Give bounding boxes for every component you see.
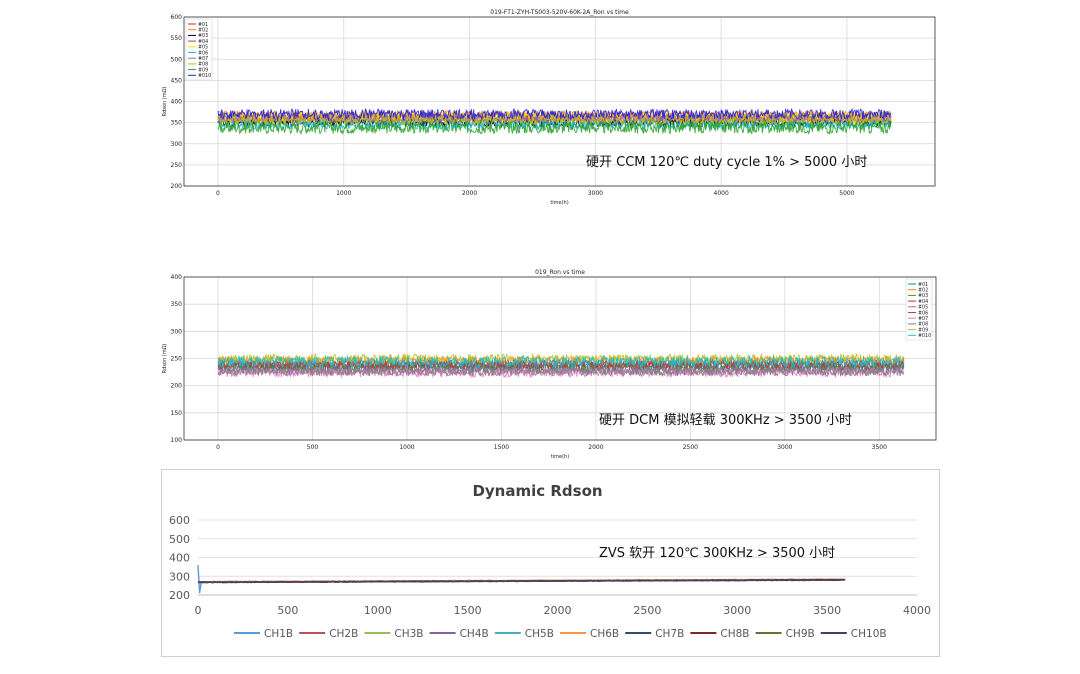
chart2-xtick-label: 2000 [588, 444, 603, 451]
chart3-ytick-label: 600 [169, 514, 190, 527]
chart3-ytick-label: 300 [169, 570, 190, 583]
chart2-legend-label: #05 [918, 305, 928, 311]
chart-ron-ccm: 019-FT1-ZYH-TS003-520V-60K-2A_Ron vs tim… [150, 4, 945, 209]
chart1-annotation: 硬开 CCM 120℃ duty cycle 1% > 5000 小时 [586, 155, 867, 170]
chart1-ytick-label: 400 [171, 99, 183, 106]
chart2-xtick-label: 500 [307, 444, 319, 451]
chart1-xtick-label: 2000 [462, 190, 477, 197]
chart3-legend-label: CH2B [329, 628, 358, 640]
chart1-legend-label: #010 [198, 73, 211, 79]
chart1-xtick-label: 5000 [839, 190, 854, 197]
chart2-legend-label: #010 [918, 333, 931, 339]
chart2-xtick-label: 1000 [399, 444, 414, 451]
chart1-ylabel: Rdson (mΩ) [162, 87, 168, 117]
chart3-ytick-label: 200 [169, 589, 190, 602]
chart1-ytick-label: 450 [171, 77, 183, 84]
chart3-legend-label: CH6B [590, 628, 619, 640]
chart3-legend-label: CH9B [786, 628, 815, 640]
chart1-ytick-label: 350 [171, 120, 183, 127]
chart1-title: 019-FT1-ZYH-TS003-520V-60K-2A_Ron vs tim… [490, 9, 629, 16]
chart1-ytick-label: 300 [171, 141, 183, 148]
chart3-legend-label: CH3B [394, 628, 423, 640]
chart2-ytick-label: 150 [171, 410, 183, 417]
chart2-xtick-label: 0 [216, 444, 220, 451]
chart1-legend-label: #08 [198, 62, 208, 68]
chart2-legend-label: #08 [918, 322, 928, 328]
chart2-annotation: 硬开 DCM 模拟轻载 300KHz > 3500 小时 [599, 413, 852, 428]
chart1-xtick-label: 3000 [588, 190, 603, 197]
chart2-ytick-label: 400 [171, 274, 183, 281]
chart2-legend-label: #06 [918, 310, 928, 316]
chart1-legend-label: #04 [198, 39, 208, 45]
chart2-ytick-label: 350 [171, 301, 183, 308]
chart3-xtick-label: 4000 [903, 604, 931, 617]
chart1-legend-label: #06 [198, 50, 208, 56]
chart3-xtick-label: 3000 [723, 604, 751, 617]
chart1-legend-label: #03 [198, 33, 208, 39]
chart1-legend-label: #07 [198, 56, 208, 62]
chart1-xtick-label: 4000 [714, 190, 729, 197]
chart1-ytick-label: 550 [171, 35, 183, 42]
chart2-legend-label: #07 [918, 316, 928, 322]
chart1-legend-label: #02 [198, 28, 208, 34]
chart2-legend-label: #09 [918, 327, 928, 333]
chart1-legend-label: #01 [198, 22, 208, 28]
chart3-legend-label: CH4B [460, 628, 489, 640]
chart2-legend-label: #04 [918, 299, 928, 305]
chart1-ytick-label: 600 [171, 14, 183, 21]
chart3-legend-label: CH5B [525, 628, 554, 640]
chart-dynamic-rdson: Dynamic Rdson 200 300 400 500 600 0 500 1000 1500… [161, 469, 940, 657]
chart2-xtick-label: 1500 [494, 444, 509, 451]
chart3-xtick-label: 500 [277, 604, 298, 617]
chart2-legend-label: #01 [918, 282, 928, 288]
chart2-xtick-label: 3500 [872, 444, 887, 451]
chart2-ytick-label: 100 [171, 437, 183, 444]
chart1-ytick-label: 250 [171, 162, 183, 169]
chart3-xtick-label: 3500 [813, 604, 841, 617]
chart3-ytick-label: 500 [169, 533, 190, 546]
chart3-legend-label: CH1B [264, 628, 293, 640]
chart2-ytick-label: 250 [171, 356, 183, 363]
chart2-title: 019_Ron vs time [535, 269, 585, 276]
chart-dynamic-rdson-svg: Dynamic Rdson 200 300 400 500 600 0 500 1000 1500… [161, 469, 940, 657]
chart2-ylabel: Rdson (mΩ) [162, 344, 168, 374]
chart-ron-ccm-svg: 019-FT1-ZYH-TS003-520V-60K-2A_Ron vs tim… [162, 9, 936, 206]
chart1-xtick-label: 1000 [336, 190, 351, 197]
chart2-legend: #01#02#03#04#05#06#07#08#09#010 [905, 278, 933, 341]
chart-ron-dcm: 019_Ron vs time 0 500 1000 1500 2000 2500 3000 3… [150, 264, 945, 464]
chart3-legend-label: CH7B [655, 628, 684, 640]
chart3-xtick-label: 1500 [454, 604, 482, 617]
chart1-legend: #01#02#03#04#05#06#07#08#09#010 [185, 18, 213, 81]
chart1-legend-label: #05 [198, 45, 208, 51]
chart-ron-dcm-svg: 019_Ron vs time 0 500 1000 1500 2000 2500 3000 3… [162, 269, 937, 460]
chart3-legend-label: CH10B [851, 628, 887, 640]
chart3-ytick-label: 400 [169, 552, 190, 565]
chart3-annotation: ZVS 软开 120℃ 300KHz > 3500 小时 [599, 546, 835, 561]
chart2-ytick-label: 300 [171, 328, 183, 335]
chart3-xtick-label: 0 [195, 604, 202, 617]
chart2-legend-label: #03 [918, 293, 928, 299]
chart2-xlabel: time(h) [551, 454, 569, 460]
chart1-legend-label: #09 [198, 67, 208, 73]
chart3-legend-label: CH8B [720, 628, 749, 640]
chart3-xtick-label: 2500 [633, 604, 661, 617]
chart3-xtick-label: 1000 [364, 604, 392, 617]
chart2-legend-label: #02 [918, 288, 928, 294]
chart3-xtick-label: 2000 [544, 604, 572, 617]
chart1-ytick-label: 500 [171, 56, 183, 63]
chart1-xtick-label: 0 [216, 190, 220, 197]
chart3-title: Dynamic Rdson [472, 482, 602, 500]
chart1-ytick-label: 200 [171, 183, 183, 190]
chart2-xtick-label: 3000 [777, 444, 792, 451]
chart1-xlabel: time(h) [550, 200, 568, 206]
chart2-xtick-label: 2500 [683, 444, 698, 451]
chart2-ytick-label: 200 [171, 383, 183, 390]
